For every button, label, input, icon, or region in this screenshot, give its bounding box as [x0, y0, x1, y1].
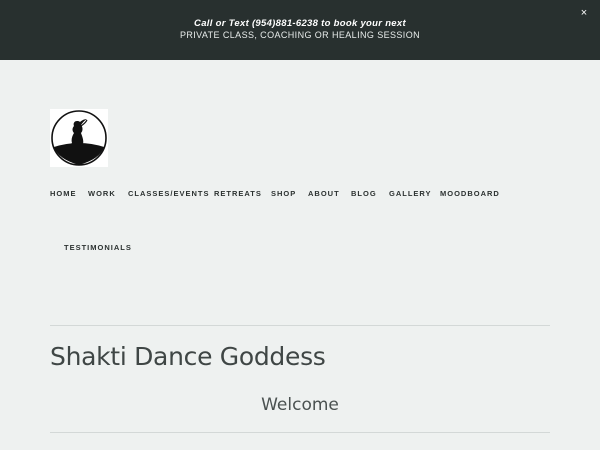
- nav-item-shop[interactable]: SHOP: [271, 189, 296, 198]
- nav-item-gallery[interactable]: GALLERY: [389, 189, 432, 198]
- nav-item-retreats[interactable]: RETREATS: [214, 189, 262, 198]
- nav-item-classes-events[interactable]: CLASSES/EVENTS: [128, 189, 210, 198]
- bottom-divider: [50, 432, 550, 433]
- top-divider: [50, 325, 550, 326]
- site-logo[interactable]: [50, 109, 108, 167]
- announcement-line-2: PRIVATE CLASS, COACHING OR HEALING SESSI…: [179, 30, 420, 40]
- announcement-bar: Call or Text (954)881-6238 to book your …: [0, 0, 600, 60]
- announcement-line-1: Call or Text (954)881-6238 to book your …: [194, 18, 406, 29]
- dancer-silhouette-logo-icon: [51, 110, 107, 166]
- close-announcement-button[interactable]: ×: [574, 4, 594, 24]
- nav-item-blog[interactable]: BLOG: [351, 189, 377, 198]
- nav-item-home[interactable]: HOME: [50, 189, 77, 198]
- page-title: Shakti Dance Goddess: [50, 342, 326, 371]
- welcome-heading: Welcome: [261, 395, 339, 415]
- nav-item-about[interactable]: ABOUT: [308, 189, 340, 198]
- nav-item-moodboard[interactable]: MOODBOARD: [440, 189, 500, 198]
- nav-item-testimonials[interactable]: TESTIMONIALS: [64, 243, 132, 252]
- nav-item-work[interactable]: WORK: [88, 189, 116, 198]
